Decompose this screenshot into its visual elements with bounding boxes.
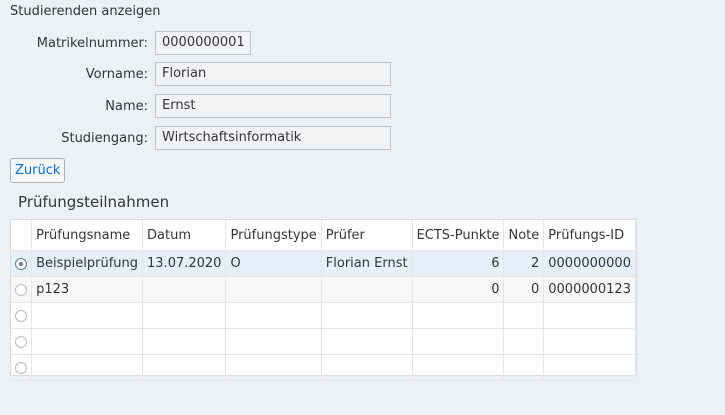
table-cell [225, 354, 322, 381]
table-cell [503, 354, 545, 381]
table-cell [412, 328, 505, 355]
table-cell [503, 302, 545, 329]
matrikel-label: Matrikelnummer: [36, 36, 148, 51]
table-cell [412, 354, 505, 381]
table-cell [321, 328, 413, 355]
back-button[interactable]: Zurück [10, 158, 66, 183]
name-label: Name: [105, 99, 148, 114]
row-radio-icon[interactable] [15, 361, 28, 374]
table-cell: 0 [412, 276, 505, 303]
table-row[interactable] [11, 354, 636, 381]
section-title: Prüfungsteilnahmen [18, 193, 170, 211]
table-cell [225, 276, 322, 303]
exam-table: Prüfungsname Datum Prüfungstype Prüfer E… [10, 219, 637, 381]
table-cell [321, 276, 413, 303]
table-cell [503, 328, 545, 355]
table-cell: O [225, 250, 322, 277]
matrikel-field[interactable]: 0000000001 [155, 31, 251, 55]
column-header[interactable]: Note [503, 220, 545, 251]
table-cell [543, 354, 636, 381]
row-radio-icon[interactable] [15, 335, 28, 348]
table-cell: 0 [503, 276, 545, 303]
table-cell: 6 [412, 250, 505, 277]
table-cell [142, 276, 227, 303]
column-header[interactable]: Prüfer [321, 220, 413, 251]
select-column-header [11, 220, 33, 251]
table-row[interactable]: Beispielprüfung 13.07.2020 O Florian Ern… [11, 250, 636, 277]
table-row[interactable] [11, 302, 636, 329]
vorname-label: Vorname: [85, 67, 148, 82]
table-cell [321, 302, 413, 329]
table-row[interactable] [11, 328, 636, 355]
column-header[interactable]: Datum [142, 220, 227, 251]
table-cell [142, 354, 227, 381]
table-cell [142, 328, 227, 355]
row-radio-icon[interactable] [15, 283, 28, 296]
table-cell [543, 328, 636, 355]
table-cell: p123 [31, 276, 144, 303]
table-cell [225, 328, 322, 355]
table-cell: Beispielprüfung [31, 250, 144, 277]
studiengang-label: Studiengang: [61, 131, 148, 146]
table-cell [225, 302, 322, 329]
column-header[interactable]: Prüfungs-ID [543, 220, 636, 251]
page-title: Studierenden anzeigen [10, 4, 161, 19]
table-cell: 0000000123 [543, 276, 636, 303]
table-cell [31, 328, 144, 355]
table-cell [543, 302, 636, 329]
name-field[interactable]: Ernst [155, 94, 391, 118]
table-cell [412, 302, 505, 329]
table-cell [142, 302, 227, 329]
vorname-field[interactable]: Florian [155, 62, 391, 86]
table-row[interactable]: p123 0 0 0000000123 [11, 276, 636, 303]
table-cell: 2 [503, 250, 545, 277]
row-radio-icon[interactable] [15, 257, 28, 270]
row-radio-icon[interactable] [15, 309, 28, 322]
table-cell [321, 354, 413, 381]
studiengang-field[interactable]: Wirtschaftsinformatik [155, 126, 391, 150]
table-cell [31, 302, 144, 329]
table-cell [31, 354, 144, 381]
table-header-row: Prüfungsname Datum Prüfungstype Prüfer E… [11, 220, 636, 251]
table-cell: 0000000000 [543, 250, 636, 277]
column-header[interactable]: Prüfungstype [225, 220, 322, 251]
column-header[interactable]: Prüfungsname [31, 220, 144, 251]
column-header[interactable]: ECTS-Punkte [412, 220, 505, 251]
table-cell: 13.07.2020 [142, 250, 227, 277]
table-cell: Florian Ernst [321, 250, 413, 277]
